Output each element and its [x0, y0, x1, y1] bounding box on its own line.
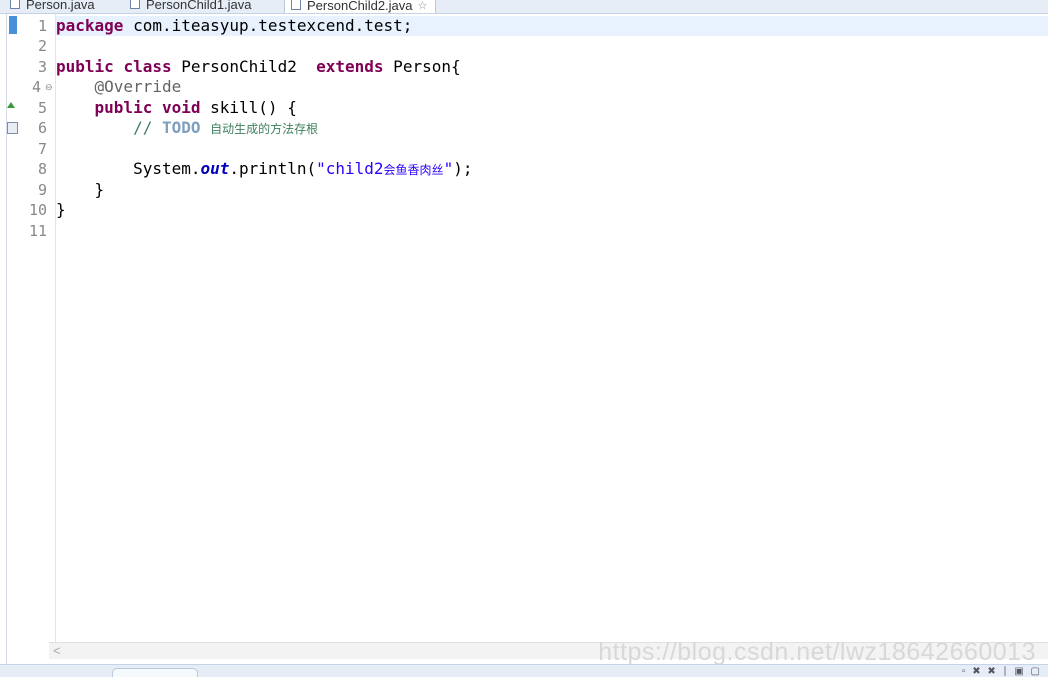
line-number: 1: [37, 17, 47, 35]
code-text: com.iteasyup.testexcend.test;: [123, 16, 413, 35]
keyword: package: [56, 16, 124, 35]
annotation: @Override: [94, 77, 182, 96]
line-number: 11: [28, 222, 47, 240]
editor-tab-bar: Person.java PersonChild1.java PersonChil…: [0, 0, 1048, 14]
code-text: System.: [133, 159, 201, 178]
line-number: 7: [37, 140, 47, 158]
keyword: class: [123, 57, 172, 76]
code-editor[interactable]: 1 2 3 4 ⊖ 5 6 7 8 9 10 11 package com.it…: [6, 14, 1048, 664]
tab-label: Person.java: [26, 0, 95, 12]
static-field: out: [200, 159, 230, 178]
code-text: );: [453, 159, 473, 178]
code-text: }: [94, 180, 105, 199]
java-file-icon: [130, 0, 140, 9]
code-line[interactable]: }: [56, 200, 1048, 220]
code-line[interactable]: System.out.println("child2会鱼香肉丝");: [56, 159, 1048, 179]
code-line[interactable]: public void skill() {: [56, 98, 1048, 118]
task-marker-icon[interactable]: [7, 122, 18, 134]
line-number: 2: [37, 37, 47, 55]
string-literal: ": [443, 159, 454, 178]
tab-person-java[interactable]: Person.java: [10, 0, 95, 13]
close-icon[interactable]: ☆: [418, 0, 428, 12]
tab-label: PersonChild2.java: [307, 0, 413, 13]
line-number: 8: [37, 160, 47, 178]
keyword: void: [161, 98, 201, 117]
string-literal: "child2: [316, 159, 384, 178]
code-area[interactable]: package com.iteasyup.testexcend.test; pu…: [56, 14, 1048, 644]
java-file-icon: [10, 0, 20, 9]
code-text: Person{: [383, 57, 461, 76]
string-literal: 会鱼香肉丝: [383, 163, 444, 177]
line-number: 10: [28, 201, 47, 219]
code-text: }: [56, 200, 66, 219]
scroll-left-icon[interactable]: <: [53, 643, 61, 659]
code-line[interactable]: }: [56, 180, 1048, 200]
java-file-icon: [291, 0, 301, 10]
tab-personchild2-java[interactable]: PersonChild2.java ☆: [284, 0, 437, 13]
panel-toolbar-icon[interactable]: ▫ ✖ ✖ ∣ ▣ ▢: [962, 666, 1042, 677]
line-number: 3: [37, 58, 47, 76]
line-number: 6: [37, 119, 47, 137]
line-number: 4: [31, 78, 41, 96]
line-number: 9: [37, 181, 47, 199]
watermark: https://blog.csdn.net/lwz18642660013: [598, 638, 1036, 666]
tab-personchild1-java[interactable]: PersonChild1.java: [130, 0, 252, 13]
code-line[interactable]: // TODO 自动生成的方法存根: [56, 118, 1048, 138]
code-text: PersonChild2: [171, 57, 317, 76]
overview-ruler: [7, 14, 19, 664]
keyword: public: [56, 57, 114, 76]
fold-collapse-icon[interactable]: ⊖: [45, 77, 53, 97]
bottom-panel-bar: ▫ ✖ ✖ ∣ ▣ ▢: [0, 664, 1048, 677]
code-line[interactable]: package com.iteasyup.testexcend.test;: [56, 16, 1048, 36]
override-marker-icon[interactable]: [7, 102, 15, 108]
keyword: public: [94, 98, 153, 117]
comment: //: [133, 118, 162, 137]
code-text: .println(: [229, 159, 317, 178]
code-line[interactable]: @Override: [56, 77, 1048, 97]
tab-label: PersonChild1.java: [146, 0, 252, 12]
line-number: 5: [37, 99, 47, 117]
current-line-marker: [9, 16, 17, 34]
comment-text: 自动生成的方法存根: [210, 122, 319, 136]
code-line[interactable]: public class PersonChild2 extends Person…: [56, 57, 1048, 77]
keyword: extends: [316, 57, 384, 76]
todo-tag: TODO: [161, 118, 201, 137]
code-text: skill() {: [200, 98, 297, 117]
